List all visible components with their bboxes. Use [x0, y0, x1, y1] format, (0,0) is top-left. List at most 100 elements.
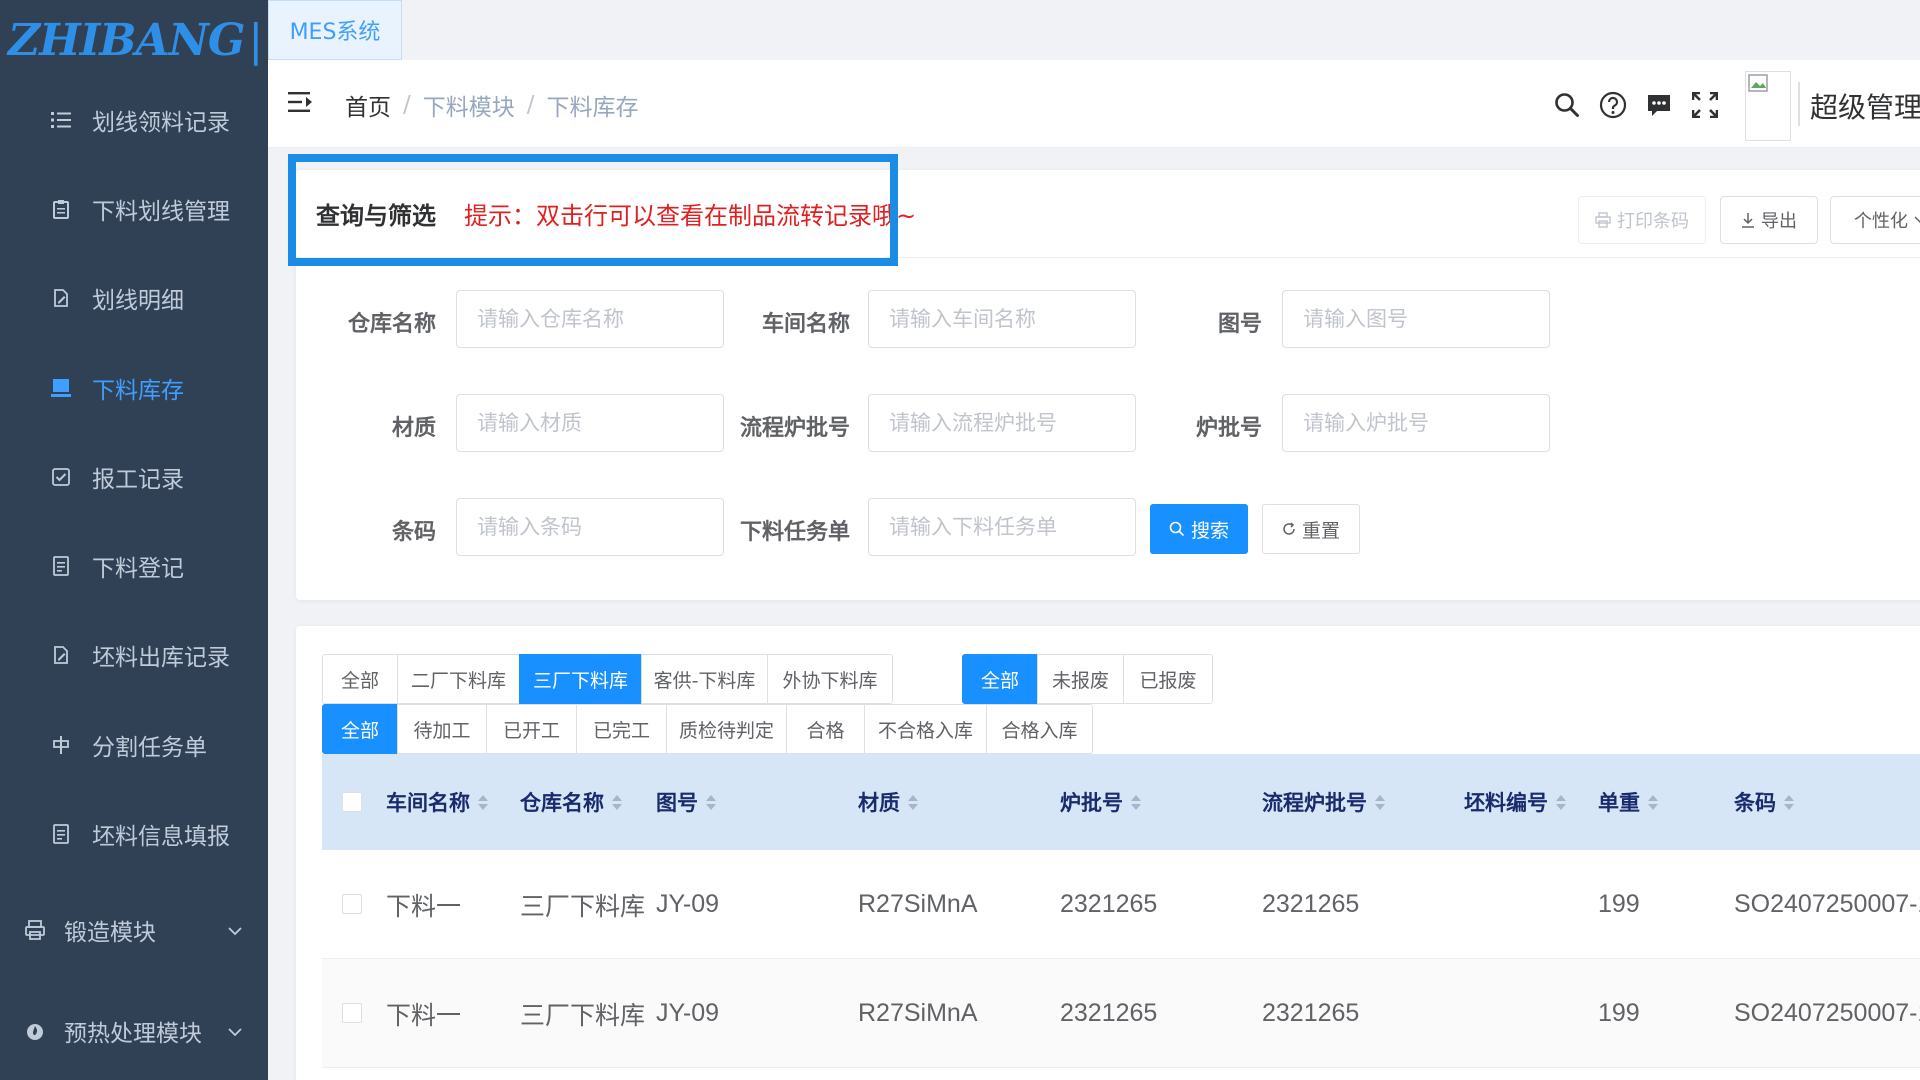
- column-header-unit-weight[interactable]: 单重: [1598, 754, 1658, 850]
- sort-icon[interactable]: [1375, 794, 1385, 810]
- tab-strip: MES系统: [268, 0, 1920, 60]
- message-icon[interactable]: [1644, 90, 1674, 120]
- warehouse-radio-group: 全部 二厂下料库 三厂下料库 客供-下料库 外协下料库: [322, 654, 893, 704]
- help-icon[interactable]: [1598, 90, 1628, 120]
- row-checkbox[interactable]: [342, 1003, 362, 1023]
- sidebar-item-scribing-management[interactable]: 下料划线管理: [0, 179, 268, 239]
- breadcrumb-module[interactable]: 下料模块: [423, 88, 515, 122]
- sidebar-item-label: 报工记录: [92, 467, 184, 493]
- cell-warehouse: 三厂下料库: [520, 892, 646, 921]
- menu-fold-icon[interactable]: [288, 90, 312, 118]
- column-header-process-heat-batch[interactable]: 流程炉批号: [1262, 754, 1385, 850]
- select-all-checkbox[interactable]: [342, 792, 362, 812]
- scrap-radio-not-scrapped[interactable]: 未报废: [1037, 654, 1124, 704]
- sidebar-group-preheat[interactable]: 预热处理模块: [0, 1001, 268, 1061]
- status-radio-qualified-in[interactable]: 合格入库: [986, 704, 1093, 754]
- warehouse-radio-all[interactable]: 全部: [322, 654, 398, 704]
- table-header: 车间名称 仓库名称 图号 材质 炉批号 流程炉批号 坯料编号 单重 条码: [322, 754, 1920, 850]
- sidebar-item-work-report[interactable]: 报工记录: [0, 447, 268, 507]
- export-button[interactable]: 导出: [1720, 196, 1818, 244]
- scrap-radio-all[interactable]: 全部: [962, 654, 1038, 704]
- status-radio-qualified[interactable]: 合格: [786, 704, 865, 754]
- search-icon[interactable]: [1552, 90, 1582, 120]
- cell-unit-weight: 199: [1598, 999, 1640, 1027]
- customize-label: 个性化: [1854, 211, 1908, 232]
- column-header-blank-number[interactable]: 坯料编号: [1464, 754, 1566, 850]
- process-heat-batch-input[interactable]: [868, 394, 1136, 452]
- breadcrumb-separator: /: [403, 92, 411, 118]
- sidebar-item-blanking-register[interactable]: 下料登记: [0, 536, 268, 596]
- status-radio-started[interactable]: 已开工: [486, 704, 577, 754]
- table-card: 全部 二厂下料库 三厂下料库 客供-下料库 外协下料库 全部 未报废 已报废 全…: [296, 626, 1920, 1080]
- barcode-label: 条码: [391, 520, 436, 545]
- sidebar-item-label: 划线领料记录: [92, 110, 230, 136]
- username[interactable]: 超级管理员: [1810, 86, 1920, 126]
- column-header-label: 流程炉批号: [1262, 791, 1367, 815]
- sidebar-item-scribing-pick-record[interactable]: 划线领料记录: [0, 90, 268, 150]
- sidebar-item-split-task[interactable]: 分割任务单: [0, 715, 268, 775]
- status-radio-qc-pending[interactable]: 质检待判定: [666, 704, 787, 754]
- status-radio-nonconforming-in[interactable]: 不合格入库: [864, 704, 987, 754]
- column-header-warehouse[interactable]: 仓库名称: [520, 754, 622, 850]
- barcode-input[interactable]: [456, 498, 724, 556]
- sort-icon[interactable]: [706, 794, 716, 810]
- sort-icon[interactable]: [908, 794, 918, 810]
- print-barcode-button[interactable]: 打印条码: [1578, 196, 1706, 244]
- printer-icon: [1595, 212, 1611, 228]
- column-header-heat-batch[interactable]: 炉批号: [1060, 754, 1141, 850]
- column-header-label: 单重: [1598, 791, 1640, 815]
- material-input[interactable]: [456, 394, 724, 452]
- sidebar-item-label: 坯料信息填报: [92, 824, 230, 850]
- checkbox-icon: [50, 468, 72, 486]
- search-button[interactable]: 搜索: [1150, 504, 1248, 554]
- row-checkbox[interactable]: [342, 894, 362, 914]
- sidebar-item-scribing-detail[interactable]: 划线明细: [0, 268, 268, 328]
- breadcrumb-home[interactable]: 首页: [345, 88, 391, 122]
- process-heat-batch-label: 流程炉批号: [739, 416, 850, 441]
- warehouse-radio-outsourced[interactable]: 外协下料库: [767, 654, 893, 704]
- avatar[interactable]: [1745, 71, 1791, 141]
- column-header-material[interactable]: 材质: [858, 754, 918, 850]
- scrap-radio-scrapped[interactable]: 已报废: [1123, 654, 1213, 704]
- cell-heat-batch: 2321265: [1060, 999, 1158, 1027]
- workshop-name-input[interactable]: [868, 290, 1136, 348]
- sidebar-item-blank-outbound-record[interactable]: 坯料出库记录: [0, 625, 268, 685]
- warehouse-radio-customer[interactable]: 客供-下料库: [641, 654, 768, 704]
- sort-icon[interactable]: [1648, 794, 1658, 810]
- fullscreen-icon[interactable]: [1690, 90, 1720, 120]
- sort-icon[interactable]: [478, 794, 488, 810]
- blanking-task-label: 下料任务单: [739, 520, 850, 545]
- column-header-workshop[interactable]: 车间名称: [386, 754, 488, 850]
- logo: ZHIBANG | 制邦: [0, 0, 268, 88]
- blanking-task-input[interactable]: [868, 498, 1136, 556]
- heat-batch-label: 炉批号: [1195, 416, 1262, 441]
- table-row[interactable]: 下料一 三厂下料库 JY-09 R27SiMnA 2321265 2321265…: [322, 850, 1920, 959]
- table-row[interactable]: 下料一 三厂下料库 JY-09 R27SiMnA 2321265 2321265…: [322, 959, 1920, 1068]
- sort-icon[interactable]: [1131, 794, 1141, 810]
- warehouse-name-input[interactable]: [456, 290, 724, 348]
- sort-icon[interactable]: [612, 794, 622, 810]
- sidebar-item-label: 下料登记: [92, 556, 184, 582]
- column-header-drawing[interactable]: 图号: [656, 754, 716, 850]
- status-radio-all[interactable]: 全部: [322, 704, 398, 754]
- sidebar-item-label: 下料划线管理: [92, 199, 230, 225]
- sidebar-item-blanking-inventory[interactable]: 下料库存: [0, 358, 268, 418]
- warehouse-radio-plant3[interactable]: 三厂下料库: [519, 654, 642, 704]
- edit-icon: [50, 646, 72, 664]
- customize-button[interactable]: 个性化: [1830, 196, 1920, 244]
- heat-batch-input[interactable]: [1282, 394, 1550, 452]
- warehouse-radio-plant2[interactable]: 二厂下料库: [397, 654, 520, 704]
- status-radio-pending[interactable]: 待加工: [397, 704, 487, 754]
- column-header-barcode[interactable]: 条码: [1734, 754, 1794, 850]
- reset-button[interactable]: 重置: [1262, 504, 1360, 554]
- sidebar-group-forging[interactable]: 锻造模块: [0, 900, 268, 960]
- tab-mes-system[interactable]: MES系统: [268, 0, 402, 60]
- status-radio-completed[interactable]: 已完工: [576, 704, 667, 754]
- search-button-label: 搜索: [1190, 519, 1229, 542]
- sidebar-item-blank-info-fill[interactable]: 坯料信息填报: [0, 804, 268, 864]
- sort-icon[interactable]: [1556, 794, 1566, 810]
- drawing-number-input[interactable]: [1282, 290, 1550, 348]
- warehouse-name-label: 仓库名称: [347, 312, 436, 337]
- breadcrumb: 首页 / 下料模块 / 下料库存: [345, 88, 639, 122]
- sort-icon[interactable]: [1784, 794, 1794, 810]
